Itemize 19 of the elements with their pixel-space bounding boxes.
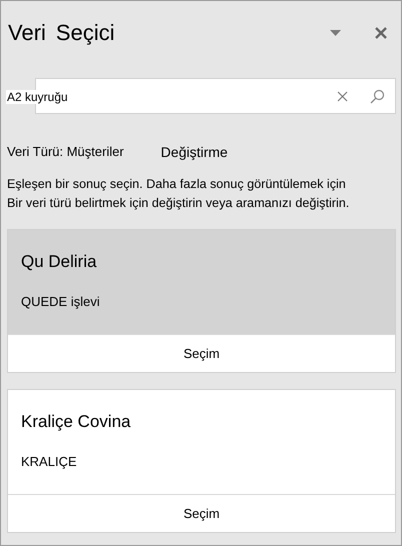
result-card[interactable]: Qu Deliria QUEDE işlevi	[8, 230, 395, 334]
data-type-label: Veri Türü: Müşteriler	[7, 144, 124, 160]
search-icon[interactable]	[370, 88, 385, 104]
result-title: Kraliçe Covina	[21, 412, 131, 432]
search-value: A2 kuyruğu	[6, 90, 69, 104]
result-title: Qu Deliria	[21, 252, 97, 272]
clear-icon[interactable]	[337, 90, 348, 102]
change-link[interactable]: Değiştirme	[160, 144, 228, 160]
result-card[interactable]: Kraliçe Covina KRALIÇE	[8, 390, 395, 494]
result-subtitle: QUEDE işlevi	[21, 294, 100, 309]
result-subtitle: KRALIÇE	[21, 454, 77, 469]
close-icon[interactable]	[375, 27, 387, 39]
instruction-text: Bir veri türü belirtmek için değiştirin veya aramanızı değiştirin.	[7, 195, 350, 212]
dropdown-caret-icon[interactable]	[330, 30, 341, 36]
instruction-text: Eşleşen bir sonuç seçin. Daha fazla sonuç görüntülemek için	[7, 176, 346, 193]
pane-title: Seçici	[56, 20, 115, 46]
select-button[interactable]: Seçim	[8, 494, 395, 532]
pane-title: Veri	[8, 20, 46, 46]
select-button[interactable]: Seçim	[8, 334, 395, 372]
